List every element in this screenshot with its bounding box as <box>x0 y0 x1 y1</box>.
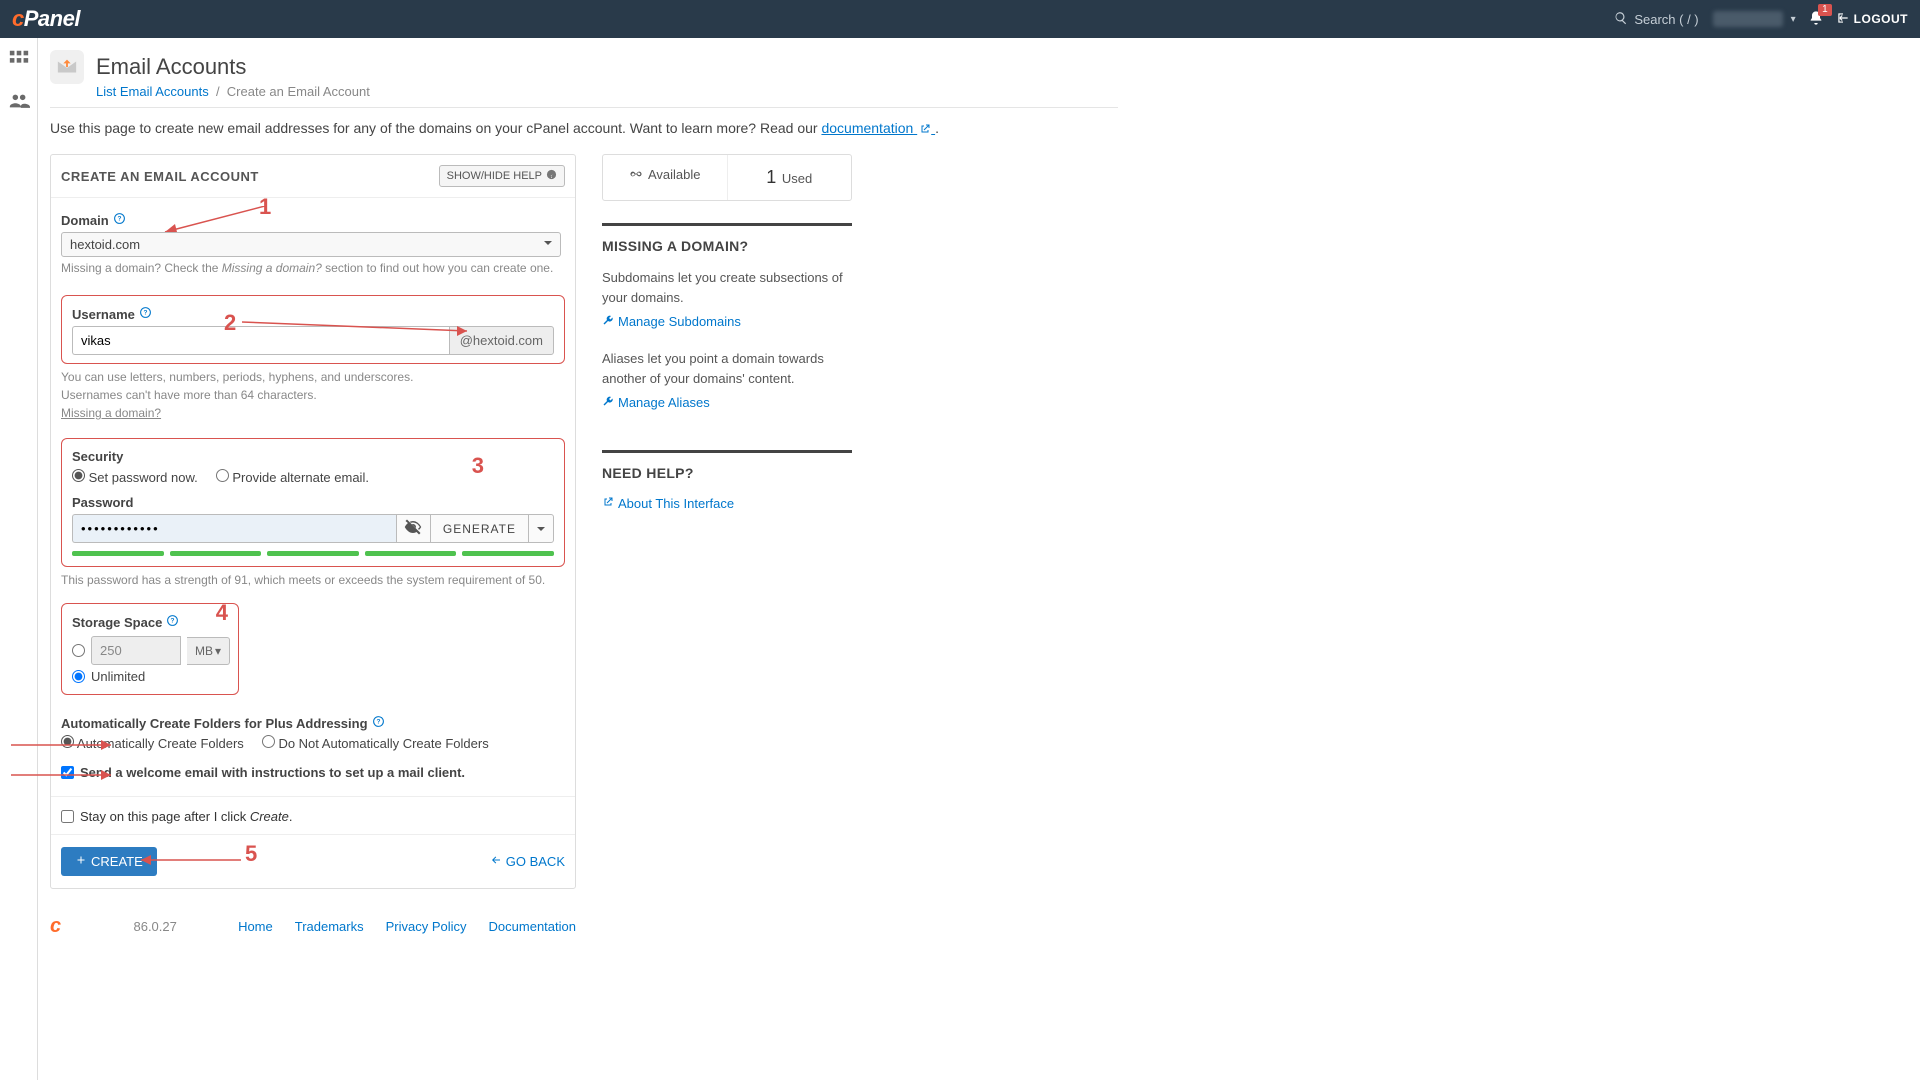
generate-password-button[interactable]: GENERATE <box>430 514 528 543</box>
subdomains-text: Subdomains let you create subsections of… <box>602 268 852 307</box>
password-strength-text: This password has a strength of 91, whic… <box>61 573 565 587</box>
external-link-icon <box>917 120 935 136</box>
footer-privacy-link[interactable]: Privacy Policy <box>386 919 467 934</box>
svg-text:?: ? <box>143 310 147 317</box>
svg-text:?: ? <box>171 618 175 625</box>
need-help-title: NEED HELP? <box>602 465 852 481</box>
create-email-panel: CREATE AN EMAIL ACCOUNT SHOW/HIDE HELP 1 <box>50 154 576 889</box>
username-hint-2: Usernames can't have more than 64 charac… <box>61 388 565 402</box>
stats-used-count: 1 <box>766 167 776 187</box>
external-link-icon <box>602 496 614 511</box>
svg-text:?: ? <box>376 719 380 726</box>
domain-value: hextoid.com <box>70 237 140 252</box>
username-domain-suffix: @hextoid.com <box>449 326 554 355</box>
security-label: Security <box>72 449 123 464</box>
toggle-password-visibility-button[interactable] <box>396 514 430 543</box>
generate-password-options-button[interactable] <box>528 514 554 543</box>
annotation-5: 5 <box>245 841 257 867</box>
logout-button[interactable]: LOGOUT <box>1836 11 1908 28</box>
storage-unit-select[interactable]: MB ▾ <box>187 637 230 665</box>
infinity-icon <box>629 167 645 182</box>
help-icon <box>546 169 557 183</box>
manage-aliases-link[interactable]: Manage Aliases <box>602 395 710 410</box>
grid-icon <box>8 48 30 73</box>
chevron-down-icon: ▾ <box>1791 14 1796 25</box>
svg-text:?: ? <box>117 216 121 223</box>
rail-users-button[interactable] <box>5 88 33 116</box>
rail-apps-button[interactable] <box>5 46 33 74</box>
help-icon[interactable]: ? <box>113 212 126 228</box>
search-placeholder-text: Search ( / ) <box>1634 12 1698 27</box>
logout-icon <box>1836 11 1850 28</box>
notifications-button[interactable]: 1 <box>1808 10 1824 29</box>
missing-domain-title: MISSING A DOMAIN? <box>602 238 852 254</box>
breadcrumb-list-link[interactable]: List Email Accounts <box>96 84 209 99</box>
breadcrumb-current: Create an Email Account <box>227 84 370 99</box>
email-stats: Available 1 Used <box>602 154 852 201</box>
footer-version: 86.0.27 <box>133 919 176 934</box>
chevron-down-icon: ▾ <box>215 644 221 658</box>
help-icon[interactable]: ? <box>166 614 179 630</box>
password-strength-meter <box>72 551 554 556</box>
arrow-left-icon <box>490 854 502 869</box>
username-input[interactable] <box>72 326 449 355</box>
help-icon[interactable]: ? <box>139 306 152 322</box>
help-icon[interactable]: ? <box>372 715 385 731</box>
radio-provide-alternate-email[interactable]: Provide alternate email. <box>216 469 369 485</box>
eye-off-icon <box>404 518 422 539</box>
radio-no-auto-create-folders[interactable]: Do Not Automatically Create Folders <box>262 735 489 751</box>
plus-icon <box>75 854 87 869</box>
page-icon <box>50 50 84 84</box>
show-hide-help-button[interactable]: SHOW/HIDE HELP <box>439 165 565 187</box>
username-label: Username <box>72 307 135 322</box>
footer-home-link[interactable]: Home <box>238 919 273 934</box>
annotation-1: 1 <box>259 194 271 220</box>
search-icon <box>1614 11 1628 28</box>
domain-hint: Missing a domain? Check the Missing a do… <box>61 261 561 275</box>
domain-label: Domain <box>61 213 109 228</box>
footer-brand-logo: cPanel <box>50 915 111 938</box>
checkbox-send-welcome-email[interactable]: Send a welcome email with instructions t… <box>61 765 565 780</box>
wrench-icon <box>602 314 614 329</box>
storage-quota-input[interactable] <box>91 636 181 665</box>
panel-title: CREATE AN EMAIL ACCOUNT <box>61 169 259 184</box>
annotation-4: 4 <box>216 600 228 626</box>
footer-documentation-link[interactable]: Documentation <box>489 919 576 934</box>
about-interface-link[interactable]: About This Interface <box>602 496 734 511</box>
footer-trademarks-link[interactable]: Trademarks <box>295 919 364 934</box>
go-back-link[interactable]: GO BACK <box>490 854 565 869</box>
radio-storage-quota[interactable] <box>72 644 85 657</box>
checkbox-stay-on-page[interactable]: Stay on this page after I click Create. <box>61 809 565 824</box>
global-search[interactable]: Search ( / ) <box>1614 11 1698 28</box>
brand-logo: cPanel <box>12 6 80 32</box>
manage-subdomains-link[interactable]: Manage Subdomains <box>602 314 741 329</box>
users-icon <box>8 90 30 115</box>
wrench-icon <box>602 395 614 410</box>
radio-storage-unlimited[interactable]: Unlimited <box>72 669 228 684</box>
password-input[interactable] <box>72 514 396 543</box>
stats-available-label: Available <box>648 167 701 182</box>
logout-label: LOGOUT <box>1854 12 1908 26</box>
storage-label: Storage Space <box>72 615 162 630</box>
notification-badge: 1 <box>1818 4 1832 16</box>
annotation-3: 3 <box>472 453 484 479</box>
account-switcher[interactable]: ▾ <box>1699 11 1796 27</box>
password-label: Password <box>72 495 133 510</box>
folders-label: Automatically Create Folders for Plus Ad… <box>61 716 368 731</box>
username-hint-1: You can use letters, numbers, periods, h… <box>61 370 565 384</box>
radio-auto-create-folders[interactable]: Automatically Create Folders <box>61 735 244 751</box>
radio-set-password-now[interactable]: Set password now. <box>72 469 198 485</box>
domain-select[interactable]: hextoid.com <box>61 232 561 257</box>
page-title: Email Accounts <box>96 54 246 80</box>
aliases-text: Aliases let you point a domain towards a… <box>602 349 852 388</box>
missing-domain-link[interactable]: Missing a domain? <box>61 406 565 420</box>
stats-used-label: Used <box>782 171 812 186</box>
create-button[interactable]: CREATE <box>61 847 157 876</box>
documentation-link[interactable]: documentation <box>821 120 935 136</box>
page-intro: Use this page to create new email addres… <box>50 120 1118 136</box>
breadcrumb: List Email Accounts / Create an Email Ac… <box>96 84 1118 99</box>
annotation-2: 2 <box>224 310 236 336</box>
